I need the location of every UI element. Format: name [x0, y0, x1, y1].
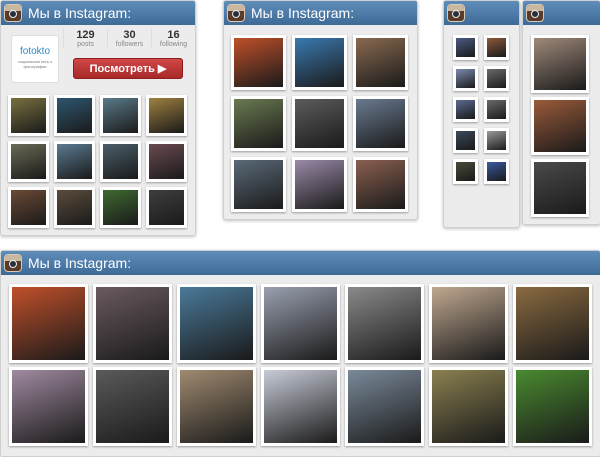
following-count: 16 [167, 29, 180, 41]
posts-count: 129 [76, 29, 95, 41]
photo-thumbnail[interactable] [8, 187, 49, 228]
posts-label: posts [77, 41, 94, 48]
photo-thumbnail[interactable] [453, 159, 478, 184]
instagram-widget-wide: Мы в Instagram: [0, 250, 600, 457]
photo-thumbnail[interactable] [9, 284, 88, 363]
photo-thumbnail[interactable] [531, 159, 589, 217]
photo-thumbnail[interactable] [484, 35, 509, 60]
photo-thumbnail[interactable] [513, 367, 592, 446]
photo-thumbnail[interactable] [453, 35, 478, 60]
photo-thumbnail[interactable] [8, 95, 49, 136]
instagram-widget-profile: Мы в Instagram: fotokto социальная сеть … [0, 0, 196, 236]
logo-text: fotokto [19, 46, 51, 57]
photo-thumbnail[interactable] [484, 159, 509, 184]
followers-count: 30 [123, 29, 136, 41]
widget-header [523, 1, 600, 25]
photo-thumbnail[interactable] [292, 157, 347, 212]
photo-thumbnail[interactable] [484, 66, 509, 91]
photo-thumbnail[interactable] [345, 367, 424, 446]
widget-header: Мы в Instagram: [1, 1, 195, 25]
stat-posts: 129 posts [63, 29, 107, 48]
photo-thumbnail[interactable] [146, 187, 187, 228]
instagram-widget-grid-3x3: Мы в Instagram: [223, 0, 418, 220]
photo-thumbnail[interactable] [8, 141, 49, 182]
instagram-widget-column [522, 0, 600, 225]
photo-thumbnail[interactable] [453, 128, 478, 153]
photo-thumbnail[interactable] [93, 367, 172, 446]
photo-thumbnail[interactable] [177, 367, 256, 446]
view-profile-button[interactable]: Посмотреть ▶ [73, 58, 183, 79]
widget-header [444, 1, 519, 25]
photo-thumbnail[interactable] [531, 97, 589, 155]
profile-logo[interactable]: fotokto социальная сеть о фотографии [11, 35, 59, 83]
photo-thumbnail[interactable] [231, 96, 286, 151]
instagram-widget-narrow [443, 0, 520, 228]
photo-thumbnail[interactable] [292, 96, 347, 151]
photo-thumbnail[interactable] [146, 141, 187, 182]
stat-following: 16 following [151, 29, 195, 48]
photo-thumbnail[interactable] [353, 96, 408, 151]
photo-thumbnail[interactable] [146, 95, 187, 136]
photo-thumbnail[interactable] [353, 157, 408, 212]
photo-thumbnail[interactable] [531, 35, 589, 93]
photo-thumbnail[interactable] [292, 35, 347, 90]
widget-title: Мы в Instagram: [28, 5, 132, 21]
logo-subtitle: социальная сеть о фотографии [17, 59, 53, 69]
following-label: following [159, 41, 188, 48]
photo-thumbnail[interactable] [100, 187, 141, 228]
photo-thumbnail[interactable] [54, 187, 95, 228]
profile-block: fotokto социальная сеть о фотографии 129… [7, 29, 189, 83]
photo-thumbnail[interactable] [231, 35, 286, 90]
photo-thumbnail[interactable] [9, 367, 88, 446]
photo-thumbnail[interactable] [429, 367, 508, 446]
instagram-icon[interactable] [4, 4, 22, 22]
photo-thumbnail[interactable] [177, 284, 256, 363]
photo-thumbnail[interactable] [453, 97, 478, 122]
instagram-icon[interactable] [526, 4, 544, 22]
photo-thumbnail[interactable] [100, 95, 141, 136]
stat-followers: 30 followers [107, 29, 151, 48]
widget-title: Мы в Instagram: [28, 255, 132, 271]
profile-stats: 129 posts 30 followers 16 following [63, 29, 195, 48]
photo-thumbnail[interactable] [484, 128, 509, 153]
widget-header: Мы в Instagram: [224, 1, 417, 25]
widget-header: Мы в Instagram: [1, 251, 600, 275]
photo-thumbnail[interactable] [93, 284, 172, 363]
instagram-icon[interactable] [4, 254, 22, 272]
photo-thumbnail[interactable] [231, 157, 286, 212]
instagram-icon[interactable] [227, 4, 245, 22]
photo-thumbnail[interactable] [100, 141, 141, 182]
photo-thumbnail[interactable] [429, 284, 508, 363]
photo-thumbnail[interactable] [261, 284, 340, 363]
photo-thumbnail[interactable] [513, 284, 592, 363]
photo-thumbnail[interactable] [353, 35, 408, 90]
photo-thumbnail[interactable] [484, 97, 509, 122]
photo-thumbnail[interactable] [345, 284, 424, 363]
photo-thumbnail[interactable] [54, 141, 95, 182]
photo-thumbnail[interactable] [261, 367, 340, 446]
photo-thumbnail[interactable] [453, 66, 478, 91]
widget-title: Мы в Instagram: [251, 5, 355, 21]
photo-thumbnail[interactable] [54, 95, 95, 136]
followers-label: followers [115, 41, 144, 48]
instagram-icon[interactable] [447, 4, 465, 22]
